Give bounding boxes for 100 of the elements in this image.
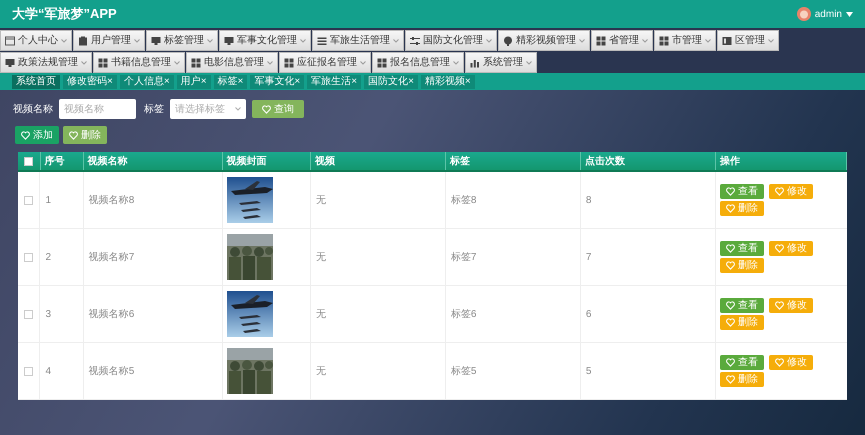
table-cell-text: 标签5: [450, 364, 476, 378]
chevron-icon: [300, 38, 306, 42]
view-button[interactable]: 查看: [720, 355, 764, 370]
menu-item[interactable]: 标签管理: [146, 30, 218, 51]
column-header: 视频封面: [226, 154, 267, 168]
heart-icon: [774, 358, 784, 367]
search-button[interactable]: 查询: [252, 100, 304, 118]
page-tab[interactable]: 修改密码×: [63, 74, 117, 88]
chevron-icon: [207, 38, 213, 42]
table-cell-text: 6: [586, 308, 592, 322]
chevron-icon: [393, 38, 399, 42]
menu-item[interactable]: 系统管理: [465, 52, 537, 73]
heart-icon: [69, 130, 78, 140]
table-cell-text: 8: [586, 194, 592, 208]
caret-icon[interactable]: [846, 12, 853, 16]
chevron-icon: [267, 60, 273, 64]
close-icon[interactable]: ×: [164, 76, 170, 86]
checkbox[interactable]: [24, 366, 34, 376]
page-tab[interactable]: 军旅生活×: [307, 74, 362, 88]
close-icon[interactable]: ×: [351, 76, 358, 86]
list-icon: [317, 36, 327, 46]
grid-icon: [98, 58, 108, 68]
page-tab[interactable]: 标签×: [214, 74, 248, 88]
menu-item[interactable]: 军旅生活管理: [312, 30, 404, 51]
tag-select[interactable]: 请选择标签: [170, 99, 246, 119]
view-button[interactable]: 查看: [720, 184, 764, 199]
column-header: 视频: [314, 154, 335, 168]
close-icon[interactable]: ×: [200, 76, 207, 86]
table-cell-text: 4: [45, 364, 52, 378]
username[interactable]: admin: [814, 6, 842, 22]
column-header: 序号: [44, 154, 64, 168]
page-tab[interactable]: 用户×: [176, 74, 211, 88]
menu-item[interactable]: 国防文化管理: [405, 30, 497, 51]
menu-item[interactable]: 应征报名管理: [279, 52, 371, 73]
chevron-icon: [360, 60, 366, 64]
chevron-icon: [579, 38, 585, 42]
menu-item[interactable]: 市管理: [654, 30, 716, 51]
checkbox[interactable]: [24, 252, 34, 262]
window-icon: [5, 36, 15, 46]
menu-item[interactable]: 电影信息管理: [186, 52, 278, 73]
avatar-icon[interactable]: [796, 7, 811, 21]
close-icon[interactable]: ×: [464, 76, 471, 86]
checkbox[interactable]: [24, 196, 34, 204]
grid-icon: [659, 36, 669, 46]
page-tab[interactable]: 军事文化×: [250, 74, 304, 88]
view-button[interactable]: 查看: [720, 298, 764, 313]
monitor-icon: [5, 58, 15, 68]
heart-icon: [774, 301, 784, 310]
menu-item[interactable]: 区管理: [717, 30, 779, 51]
column-header: 操作: [720, 154, 740, 168]
menu-item[interactable]: 书籍信息管理: [93, 52, 185, 73]
close-icon[interactable]: ×: [294, 76, 300, 86]
checkbox[interactable]: [24, 156, 34, 166]
heart-icon: [774, 244, 784, 253]
table-cell-text: 7: [586, 250, 592, 264]
table-cell-text: 视频名称7: [88, 250, 134, 264]
table-cell-text: 无: [316, 364, 326, 378]
add-button[interactable]: 添加: [15, 126, 59, 144]
chevron-icon: [453, 60, 459, 64]
monitor-icon: [224, 36, 234, 46]
close-icon[interactable]: ×: [238, 76, 244, 86]
page-tab[interactable]: 个人信息×: [120, 74, 174, 88]
close-icon[interactable]: ×: [408, 76, 414, 86]
chevron-icon: [81, 60, 87, 64]
table-cell-text: 视频名称6: [88, 308, 134, 322]
menu-item[interactable]: 报名信息管理: [372, 52, 464, 73]
chevron-icon: [61, 38, 67, 42]
heart-icon: [21, 130, 30, 140]
close-icon[interactable]: ×: [107, 76, 113, 86]
grid-icon: [377, 58, 387, 68]
field-label: 标签: [144, 102, 164, 116]
clipboard-icon: [78, 36, 88, 46]
menu-item[interactable]: 军事文化管理: [219, 30, 311, 51]
table-cell-text: 视频名称8: [88, 194, 134, 208]
table-cell-text: 1: [45, 194, 52, 208]
view-button[interactable]: 查看: [720, 241, 764, 256]
monitor-icon: [151, 36, 161, 46]
grid-icon: [596, 36, 606, 46]
table-cell-text: 视频名称5: [88, 364, 134, 378]
menu-item[interactable]: 省管理: [591, 30, 653, 51]
page-tab[interactable]: 系统首页: [12, 74, 60, 88]
checkbox[interactable]: [24, 310, 34, 318]
table-cell-text: 3: [45, 308, 52, 322]
page-tab[interactable]: 精彩视频×: [420, 74, 475, 88]
table-cell-text: 5: [586, 364, 592, 378]
table-cell-text: 2: [45, 250, 52, 264]
menu-item[interactable]: 个人中心: [0, 30, 72, 51]
video-name-field[interactable]: 视频名称: [59, 99, 136, 119]
menu-item[interactable]: 用户管理: [73, 30, 145, 51]
app-title: 大学“军旅梦”APP: [12, 5, 117, 24]
delete-button[interactable]: 删除: [63, 126, 107, 144]
column-header: 点击次数: [584, 154, 625, 168]
page-tab[interactable]: 国防文化×: [364, 74, 418, 88]
drop-icon: [503, 36, 513, 46]
chevron-icon: [705, 38, 711, 42]
heart-icon: [262, 104, 271, 114]
grid-icon: [191, 58, 201, 68]
chevron-icon: [174, 60, 180, 64]
menu-item[interactable]: 精彩视频管理: [498, 30, 590, 51]
menu-item[interactable]: 政策法规管理: [0, 52, 92, 73]
